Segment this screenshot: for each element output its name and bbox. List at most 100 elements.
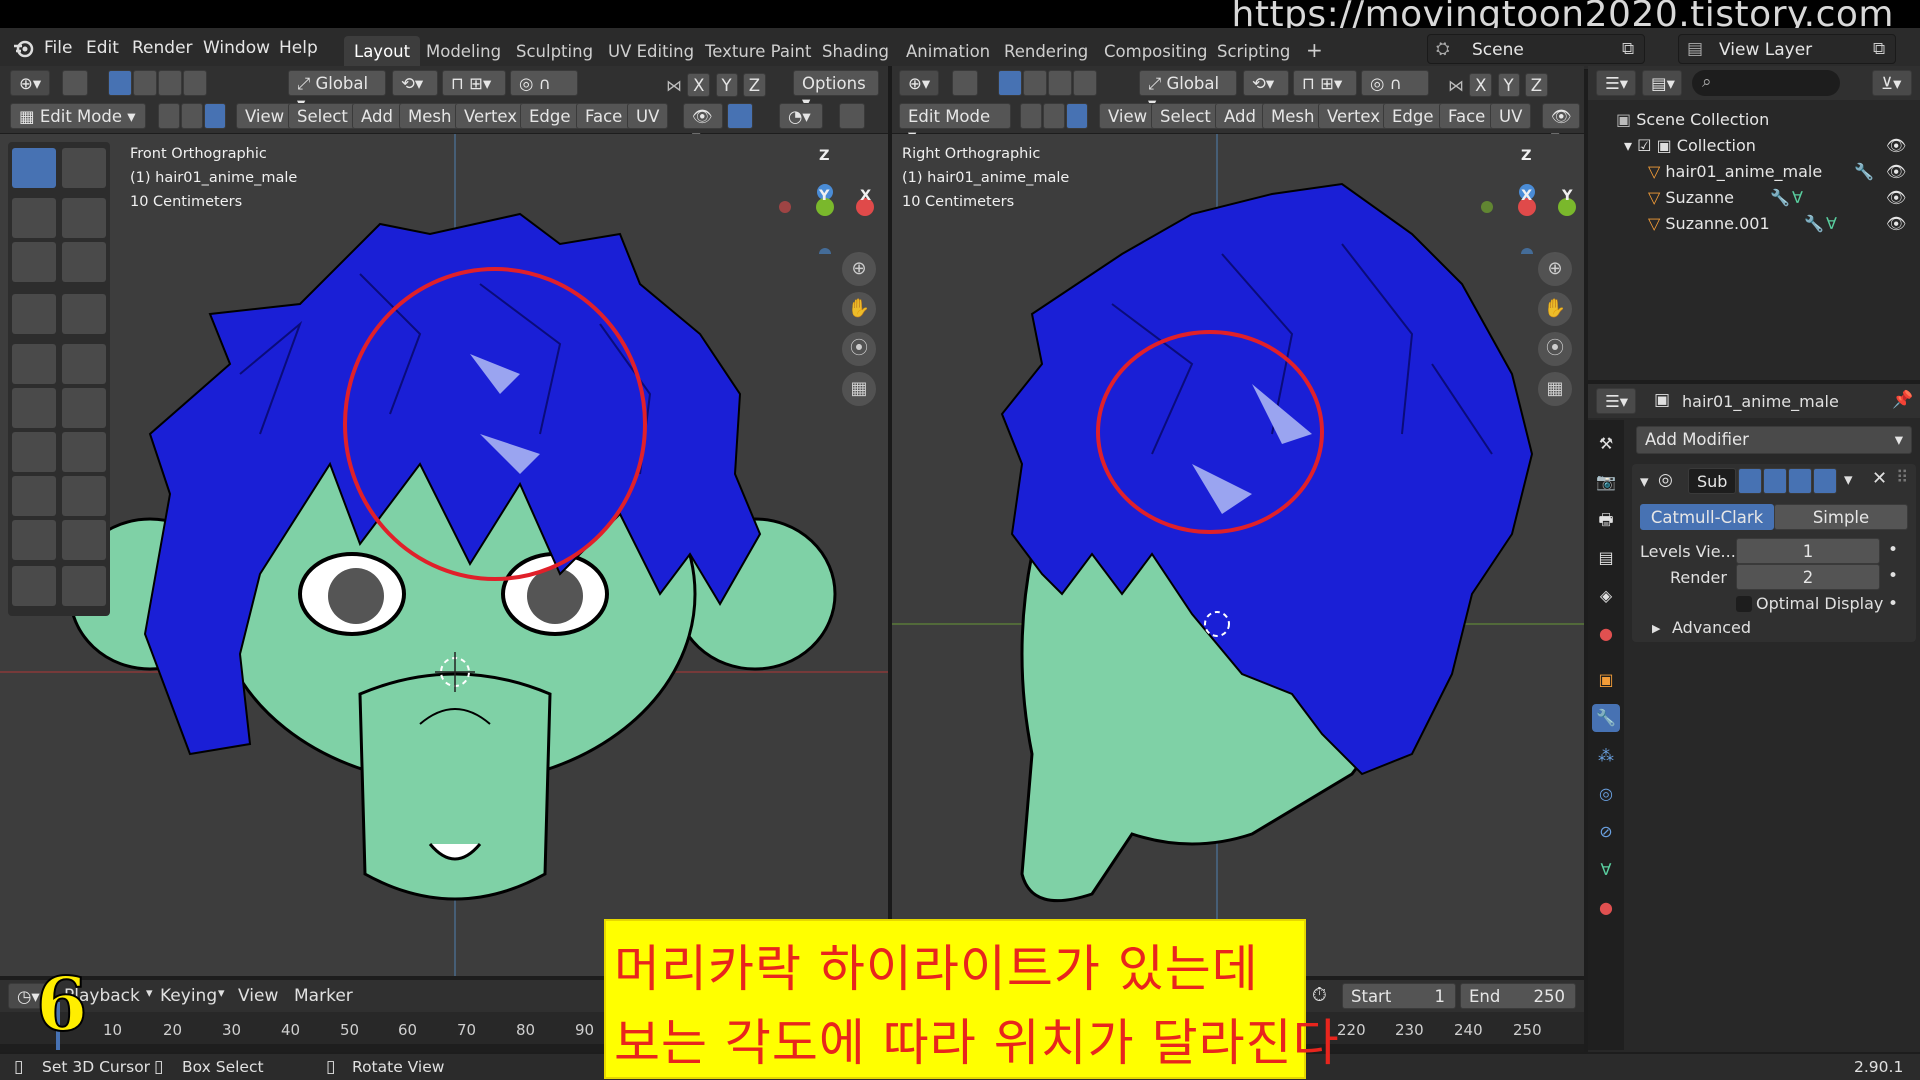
outliner-item-suzanne[interactable]: ▽ Suzanne 🔧 ∀ 👁 [1648,188,1914,212]
drag-handle-icon[interactable]: ⠿ [1896,468,1908,488]
transform-tool-icon[interactable] [62,242,106,282]
object-tab-icon[interactable]: ▣ [1592,666,1620,694]
pivot-dropdown[interactable]: ⟲▾ [392,70,438,96]
tab-modeling[interactable]: Modeling [416,36,511,68]
tab-scripting[interactable]: Scripting [1207,36,1300,68]
expand-arrow-icon[interactable]: ▶ [1652,622,1660,635]
tab-compositing[interactable]: Compositing [1094,36,1217,68]
menu-add[interactable]: Add [1215,103,1265,129]
face-select-icon[interactable] [1066,103,1088,129]
tab-animation[interactable]: Animation [896,36,1000,68]
menu-edge[interactable]: Edge [520,103,580,129]
shrink-tool-icon[interactable] [62,520,106,560]
collection-row[interactable]: ▾ ☑ ▣ Collection 👁 [1624,136,1914,160]
menu-edit[interactable]: Edit [86,38,119,58]
loop-cut-tool-icon[interactable] [62,388,106,428]
eye-icon[interactable]: 👁 [1886,188,1906,207]
select-extend-icon[interactable] [1023,70,1047,96]
edit-mode-toggle-icon[interactable] [1738,468,1762,494]
visibility-dropdown[interactable]: 👁▾ [683,103,723,146]
scene-collection-row[interactable]: ▣ Scene Collection [1616,110,1769,134]
outliner-item-hair[interactable]: ▽ hair01_anime_male 🔧 👁 [1648,162,1914,186]
tab-layout[interactable]: Layout [344,36,421,68]
eye-icon[interactable]: 👁 [1886,136,1906,155]
pivot-dropdown[interactable]: ⟲▾ [1243,70,1289,96]
camera-view-icon[interactable]: ⦿ [1538,332,1572,366]
outliner-editor-type[interactable]: ☰▾ [1596,70,1636,96]
menu-vertex[interactable]: Vertex [1318,103,1390,129]
menu-uv[interactable]: UV [1490,103,1532,129]
keying-menu[interactable]: Keying [160,986,217,1006]
menu-select[interactable]: Select [1151,103,1220,129]
material-tab-icon[interactable]: ● [1592,894,1620,922]
menu-face[interactable]: Face [576,103,632,129]
transform-orientation-dropdown[interactable]: ⤢ Global ▾ [1139,70,1237,113]
zoom-icon[interactable]: ⊕ [842,252,876,286]
select-subtract-icon[interactable] [158,70,182,96]
simple-toggle[interactable]: Simple [1774,504,1908,530]
proportional-edit[interactable]: ◎ ∩ [510,70,578,96]
annotate-tool-icon[interactable] [12,294,56,334]
editor-type-button[interactable]: ⊕▾ [10,70,50,96]
checkbox-icon[interactable]: ☑ [1637,136,1656,155]
transform-orientation-dropdown[interactable]: ⤢ Global ▾ [288,70,386,113]
menu-add[interactable]: Add [352,103,402,129]
catmull-clark-toggle[interactable]: Catmull-Clark [1640,504,1774,530]
mirror-z-toggle[interactable]: Z [742,73,766,97]
end-frame-field[interactable]: End 250 [1460,983,1576,1009]
proportional-edit[interactable]: ◎ ∩ [1361,70,1429,96]
mirror-y-toggle[interactable]: Y [1497,73,1520,97]
gizmo-toggle-icon[interactable] [727,103,753,129]
render-tab-icon[interactable]: 📷 [1592,468,1620,496]
rip-tool-icon[interactable] [62,566,106,606]
smooth-tool-icon[interactable] [62,476,106,516]
copy-icon[interactable]: ⧉ [1622,39,1634,59]
data-tab-icon[interactable]: ∀ [1592,856,1620,884]
menu-file[interactable]: File [44,38,72,58]
select-intersect-icon[interactable] [1073,70,1097,96]
wrench-icon[interactable]: 🔧 [1770,188,1790,207]
editor-type-button[interactable]: ⊕▾ [899,70,939,96]
right-viewport[interactable]: Right Orthographic (1) hair01_anime_male… [892,134,1584,976]
timeline-view-menu[interactable]: View [238,986,278,1006]
move-tool-icon[interactable] [12,198,56,238]
render-levels-field[interactable]: 2 [1736,564,1880,590]
menu-window[interactable]: Window [203,38,270,58]
mode-dropdown[interactable]: ▦ Edit Mode ▾ [10,103,146,129]
mirror-y-toggle[interactable]: Y [715,73,738,97]
pan-hand-icon[interactable]: ✋ [842,292,876,326]
chevron-down-icon[interactable]: ▾ [1844,470,1853,490]
modifier-name-field[interactable]: Sub [1688,468,1737,494]
add-workspace-button[interactable]: + [1296,32,1333,64]
outliner-item-suzanne-001[interactable]: ▽ Suzanne.001 🔧 ∀ 👁 [1648,214,1914,238]
options-dropdown[interactable]: Options ▾ [793,70,879,112]
menu-face[interactable]: Face [1439,103,1495,129]
ortho-grid-icon[interactable]: ▦ [842,372,876,406]
particles-tab-icon[interactable]: ⁂ [1592,742,1620,770]
ortho-grid-icon[interactable]: ▦ [1538,372,1572,406]
collapse-arrow-icon[interactable]: ▾ [1640,472,1649,492]
copy-icon[interactable]: ⧉ [1873,39,1885,59]
view-layer-selector[interactable]: ▤ View Layer ⧉ [1678,34,1896,64]
output-tab-icon[interactable]: 🖶 [1592,506,1620,534]
mirror-x-toggle[interactable]: X [687,73,711,97]
measure-tool-icon[interactable] [62,294,106,334]
world-tab-icon[interactable]: ● [1592,620,1620,648]
xray-toggle-icon[interactable] [839,103,865,129]
marker-menu[interactable]: Marker [294,986,353,1006]
optimal-display-checkbox[interactable] [1736,596,1752,612]
select-extend-icon[interactable] [133,70,157,96]
select-intersect-icon[interactable] [183,70,207,96]
modifier-tab-icon[interactable]: 🔧 [1592,704,1620,732]
select-subtract-icon[interactable] [1048,70,1072,96]
levels-viewport-field[interactable]: 1 [1736,538,1880,564]
edge-slide-tool-icon[interactable] [12,520,56,560]
menu-vertex[interactable]: Vertex [455,103,527,129]
wrench-icon[interactable]: 🔧 [1804,214,1824,233]
blender-logo-icon[interactable] [12,38,34,60]
advanced-subpanel[interactable]: Advanced [1672,618,1751,637]
extrude-tool-icon[interactable] [12,344,56,384]
keyframe-dot-icon[interactable]: • [1888,594,1898,614]
tab-uv-editing[interactable]: UV Editing [598,36,704,68]
tool-tab-icon[interactable]: ⚒ [1592,430,1620,458]
